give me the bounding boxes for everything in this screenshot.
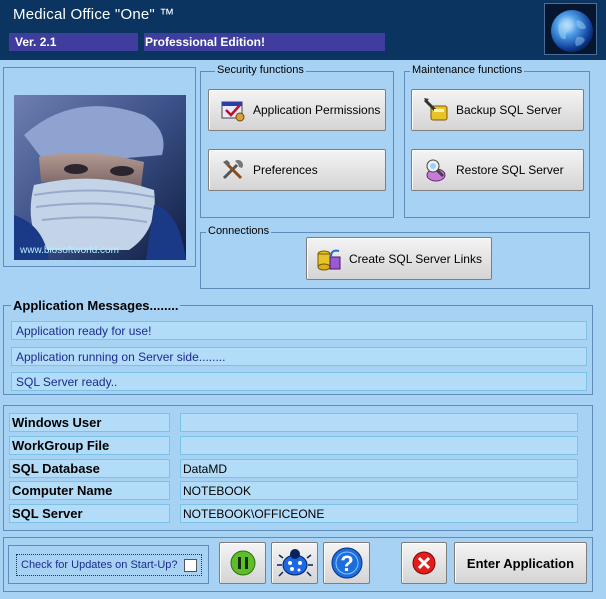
backup-icon — [423, 98, 448, 121]
svg-text:?: ? — [340, 551, 353, 576]
sql-server-value: NOTEBOOK\OFFICEONE — [180, 504, 578, 523]
permissions-icon — [221, 101, 245, 122]
globe-logo-icon — [544, 3, 597, 55]
sql-server-label: SQL Server — [9, 504, 170, 523]
sql-database-value: DataMD — [180, 459, 578, 478]
backup-sql-server-label: Backup SQL Server — [456, 103, 562, 117]
application-permissions-label: Application Permissions — [253, 103, 381, 117]
debug-button[interactable] — [271, 542, 318, 584]
restore-icon — [426, 159, 446, 182]
message-row: Application ready for use! — [11, 321, 587, 340]
close-icon — [412, 551, 436, 575]
database-link-icon — [317, 249, 341, 270]
photo-caption: www.biosoftworld.com — [20, 245, 119, 256]
title-bar: Medical Office "One" ™ Ver. 2.1 Professi… — [0, 0, 606, 60]
windows-user-label: Windows User — [9, 413, 170, 432]
create-sql-server-links-button[interactable]: Create SQL Server Links — [306, 237, 492, 280]
restore-sql-server-button[interactable]: Restore SQL Server — [411, 149, 584, 191]
message-row: SQL Server ready.. — [11, 372, 587, 391]
connections-legend: Connections — [206, 225, 272, 237]
updates-checkbox[interactable] — [183, 558, 197, 572]
help-button[interactable]: ? — [323, 542, 370, 584]
enter-application-label: Enter Application — [466, 555, 575, 571]
create-sql-server-links-label: Create SQL Server Links — [349, 251, 482, 266]
version-separator — [138, 33, 144, 51]
sql-database-label: SQL Database — [9, 459, 170, 478]
main-panel: www.biosoftworld.com Security functions … — [0, 60, 606, 599]
preferences-button[interactable]: Preferences — [208, 149, 386, 191]
computer-name-label: Computer Name — [9, 481, 170, 500]
messages-title: Application Messages........ — [11, 298, 181, 313]
pause-icon — [230, 550, 255, 576]
message-row: Application running on Server side......… — [11, 347, 587, 366]
enter-application-button[interactable]: Enter Application — [454, 542, 587, 584]
workgroup-file-value — [180, 436, 578, 455]
preferences-label: Preferences — [253, 163, 318, 177]
app-title: Medical Office "One" ™ — [13, 6, 175, 23]
restore-sql-server-label: Restore SQL Server — [456, 163, 564, 177]
exit-button[interactable] — [401, 542, 447, 584]
windows-user-value — [180, 413, 578, 432]
version-label: Ver. 2.1 — [15, 35, 57, 49]
backup-sql-server-button[interactable]: Backup SQL Server — [411, 89, 584, 131]
updates-checkbox-label: Check for Updates on Start-Up? — [21, 559, 178, 571]
tools-icon — [222, 160, 243, 180]
application-permissions-button[interactable]: Application Permissions — [208, 89, 386, 131]
version-bar: Ver. 2.1 Professional Edition! — [9, 33, 385, 51]
photo-frame: www.biosoftworld.com — [3, 67, 196, 267]
edition-label: Professional Edition! — [145, 35, 266, 49]
maintenance-functions-legend: Maintenance functions — [410, 64, 525, 76]
surgeon-photo: www.biosoftworld.com — [14, 95, 186, 260]
computer-name-value: NOTEBOOK — [180, 481, 578, 500]
question-icon: ? — [331, 547, 362, 579]
pause-button[interactable] — [219, 542, 266, 584]
ladybug-icon — [276, 549, 313, 577]
security-functions-legend: Security functions — [215, 64, 306, 76]
workgroup-file-label: WorkGroup File — [9, 436, 170, 455]
updates-checkbox-row[interactable]: Check for Updates on Start-Up? — [16, 554, 202, 576]
